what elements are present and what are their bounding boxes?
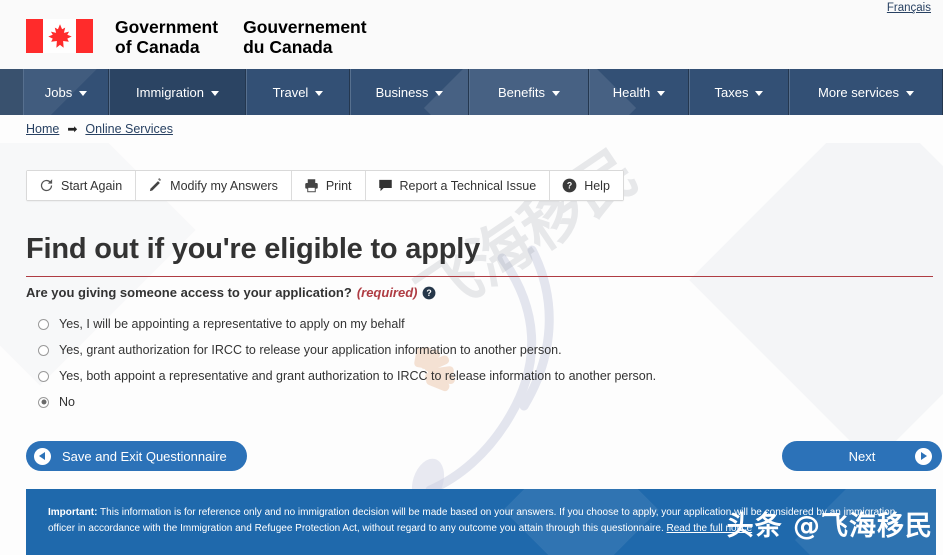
svg-text:?: ?	[567, 181, 572, 191]
nav-item-label: Immigration	[136, 84, 204, 100]
option-authorization[interactable]: Yes, grant authorization for IRCC to rel…	[38, 337, 943, 363]
toolbar-label: Report a Technical Issue	[399, 178, 537, 193]
nav-item-label: Taxes	[714, 84, 749, 100]
page-title: Find out if you're eligible to apply	[26, 233, 481, 265]
nav-item-label: Benefits	[498, 84, 545, 100]
arrow-right-icon	[915, 447, 932, 465]
question-help-icon[interactable]: ?	[422, 286, 436, 300]
option-representative[interactable]: Yes, I will be appointing a representati…	[38, 311, 943, 337]
chevron-down-icon	[315, 90, 324, 96]
speech-bubble-icon	[378, 179, 392, 192]
form-actions: Save and Exit Questionnaire Next	[0, 441, 943, 475]
questionnaire-toolbar: Start Again Modify my Answers Print Repo…	[26, 170, 624, 201]
nav-item-jobs[interactable]: Jobs	[23, 69, 109, 115]
nav-item-immigration[interactable]: Immigration	[109, 69, 246, 115]
option-no[interactable]: No	[38, 389, 943, 415]
notice-watermark-2	[794, 489, 936, 555]
nav-item-label: Jobs	[44, 84, 73, 100]
chevron-down-icon	[435, 90, 444, 96]
main-navigation: Jobs Immigration Travel Business Benefit…	[0, 69, 943, 115]
canada-flag-icon	[26, 19, 93, 53]
nav-item-benefits[interactable]: Benefits	[469, 69, 589, 115]
printer-icon	[305, 179, 318, 193]
notice-watermark	[503, 489, 659, 555]
save-and-exit-button[interactable]: Save and Exit Questionnaire	[26, 441, 247, 471]
toolbar-label: Print	[325, 178, 352, 193]
chevron-down-icon	[905, 90, 914, 96]
chevron-down-icon	[755, 90, 764, 96]
goc-brand: Government of Canada Gouvernement du Can…	[26, 17, 367, 57]
wordmark-english: Government of Canada	[115, 17, 219, 57]
nav-item-more-services[interactable]: More services	[789, 69, 943, 115]
nav-item-business[interactable]: Business	[350, 69, 469, 115]
question-label: Are you giving someone access to your ap…	[0, 277, 943, 302]
radio-button[interactable]	[38, 318, 49, 330]
breadcrumb-arrow-icon: ➡	[67, 122, 78, 136]
chevron-down-icon	[210, 90, 219, 96]
maple-leaf-icon	[47, 24, 72, 48]
breadcrumb-online-services-link[interactable]: Online Services	[85, 122, 173, 136]
refresh-icon	[40, 179, 53, 192]
option-label: Yes, both appoint a representative and g…	[59, 369, 657, 383]
site-header: Français Government of Canada Gouverneme…	[0, 0, 943, 69]
button-label: Save and Exit Questionnaire	[62, 448, 227, 464]
nav-item-label: Health	[612, 84, 651, 100]
nav-item-label: Business	[375, 84, 429, 100]
option-label: No	[59, 395, 75, 409]
required-marker: (required)	[356, 285, 418, 300]
nav-item-taxes[interactable]: Taxes	[689, 69, 789, 115]
important-notice: Important: This information is for refer…	[26, 489, 936, 555]
report-issue-button[interactable]: Report a Technical Issue	[365, 171, 551, 200]
chevron-down-icon	[79, 90, 88, 96]
start-again-button[interactable]: Start Again	[27, 171, 137, 200]
wordmark-french: Gouvernement du Canada	[243, 17, 367, 57]
page-root: 飞海移民 Français Government of Canada Gouve…	[0, 0, 943, 555]
toolbar-label: Help	[584, 178, 610, 193]
nav-left-gutter	[0, 69, 23, 115]
answer-options: Yes, I will be appointing a representati…	[0, 302, 943, 415]
toolbar-label: Modify my Answers	[170, 178, 278, 193]
nav-item-travel[interactable]: Travel	[246, 69, 350, 115]
option-label: Yes, grant authorization for IRCC to rel…	[59, 343, 562, 357]
option-both[interactable]: Yes, both appoint a representative and g…	[38, 363, 943, 389]
toolbar-label: Start Again	[61, 178, 123, 193]
read-full-notice-link[interactable]: Read the full notice	[667, 523, 753, 534]
nav-item-label: Travel	[272, 84, 309, 100]
help-button[interactable]: ? Help	[550, 171, 623, 200]
nav-item-health[interactable]: Health	[589, 69, 689, 115]
question-text: Are you giving someone access to your ap…	[26, 285, 352, 300]
button-label: Next	[848, 448, 876, 464]
breadcrumb-home-link[interactable]: Home	[26, 122, 59, 136]
chevron-down-icon	[551, 90, 560, 96]
question-mark-circle-icon: ?	[562, 178, 577, 193]
radio-button[interactable]	[38, 370, 49, 382]
pencil-icon	[150, 178, 162, 192]
option-label: Yes, I will be appointing a representati…	[59, 317, 405, 331]
language-toggle-link[interactable]: Français	[887, 2, 931, 14]
arrow-left-icon	[34, 447, 51, 465]
goc-wordmark: Government of Canada Gouvernement du Can…	[115, 17, 367, 57]
modify-answers-button[interactable]: Modify my Answers	[136, 171, 292, 200]
next-button[interactable]: Next	[782, 441, 942, 471]
notice-body: This information is for reference only a…	[48, 507, 896, 534]
svg-text:?: ?	[427, 288, 432, 298]
nav-item-label: More services	[818, 84, 899, 100]
notice-important-label: Important:	[48, 507, 98, 518]
print-button[interactable]: Print	[291, 171, 366, 200]
breadcrumb: Home ➡ Online Services	[0, 115, 943, 143]
main-content: Find out if you're eligible to apply Are…	[0, 215, 943, 415]
chevron-down-icon	[657, 90, 666, 96]
radio-button[interactable]	[38, 344, 49, 356]
radio-button-selected[interactable]	[38, 396, 49, 408]
